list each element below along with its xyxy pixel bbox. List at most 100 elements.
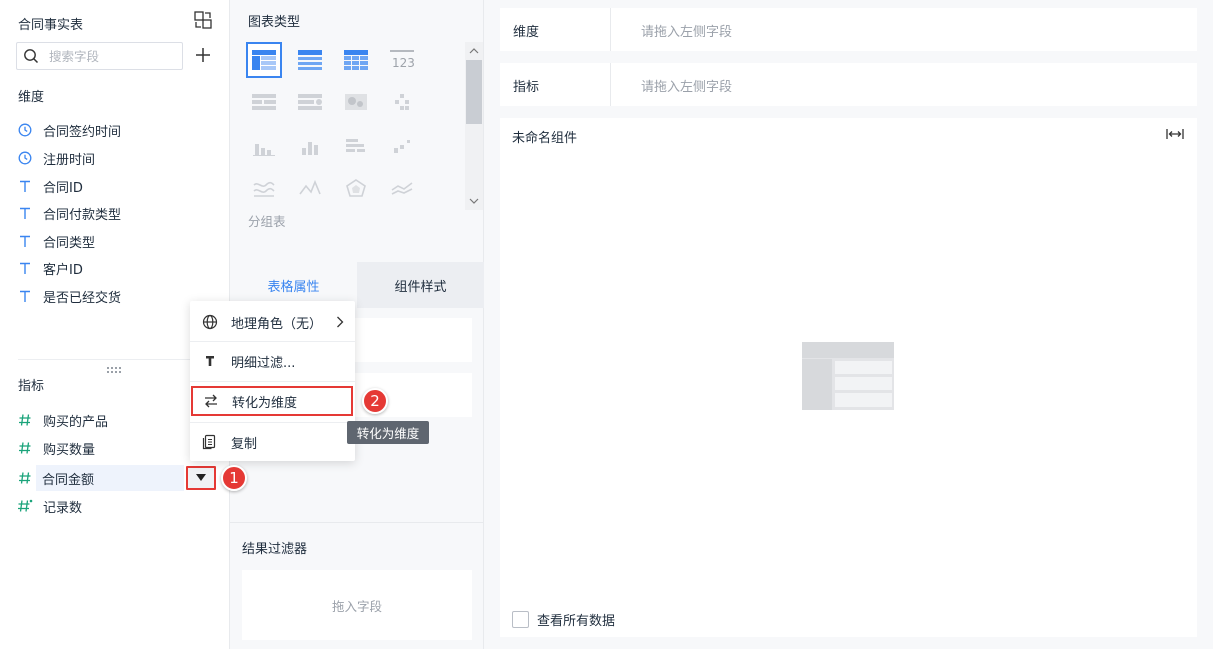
- field-item[interactable]: 合同签约时间: [16, 117, 216, 143]
- text-field-icon: [16, 177, 34, 195]
- chart-types-title: 图表类型: [248, 15, 301, 30]
- globe-icon: [202, 314, 218, 330]
- measure-shelf[interactable]: 指标 请拖入左侧字段: [500, 63, 1197, 106]
- field-label: 合同付款类型: [43, 207, 122, 223]
- menu-tooltip: 转化为维度: [347, 421, 429, 444]
- field-context-menu: 地理角色（无） 明细过滤... 转化为维度 复制: [190, 301, 355, 461]
- text-field-icon: [16, 232, 34, 250]
- group-table-icon[interactable]: [246, 42, 282, 78]
- field-item[interactable]: 注册时间: [16, 145, 216, 171]
- view-all-data[interactable]: 查看所有数据: [512, 610, 615, 629]
- text-field-icon: [16, 204, 34, 222]
- field-item[interactable]: 购买数量: [16, 435, 216, 461]
- result-filter-title: 结果过滤器: [242, 542, 308, 557]
- multi-line-icon[interactable]: [384, 170, 420, 206]
- number-field-icon: [16, 439, 34, 457]
- menu-item-convert-dimension[interactable]: 转化为维度: [191, 386, 353, 416]
- clock-icon: [16, 121, 34, 139]
- table-variant-icon[interactable]: [246, 84, 282, 120]
- dimension-shelf[interactable]: 维度 请拖入左侧字段: [500, 8, 1197, 51]
- clock-icon: [16, 149, 34, 167]
- search-input[interactable]: [49, 47, 177, 65]
- field-label: 注册时间: [43, 152, 96, 168]
- field-label: 合同类型: [43, 235, 96, 251]
- detail-table-icon[interactable]: [292, 42, 328, 78]
- step-badge-2: 2: [362, 388, 388, 414]
- menu-item-label: 转化为维度: [232, 395, 298, 411]
- caret-down-icon: [196, 474, 206, 481]
- scrollbar-thumb[interactable]: [466, 60, 482, 124]
- field-label: 客户ID: [43, 262, 83, 278]
- menu-divider: [190, 381, 355, 382]
- cross-table-icon[interactable]: [338, 42, 374, 78]
- field-search[interactable]: [16, 42, 183, 70]
- column-chart-icon[interactable]: [292, 128, 328, 164]
- chart-types-scrollbar[interactable]: [465, 42, 483, 210]
- number-field-icon: [16, 411, 34, 429]
- horizontal-bar-icon[interactable]: [338, 128, 374, 164]
- filter-icon: [202, 353, 218, 369]
- field-label: 合同ID: [43, 180, 83, 196]
- view-all-label: 查看所有数据: [537, 614, 616, 629]
- empty-table-placeholder-icon: [802, 342, 894, 414]
- field-item[interactable]: 是否已经交货: [16, 283, 216, 309]
- menu-item-geo-role[interactable]: 地理角色（无）: [190, 303, 355, 341]
- field-item[interactable]: 合同类型: [16, 228, 216, 254]
- shelf-divider: [610, 8, 611, 51]
- dimension-shelf-placeholder: 请拖入左侧字段: [641, 25, 733, 40]
- add-field-icon[interactable]: [193, 45, 213, 65]
- convert-icon: [203, 393, 219, 409]
- field-item-selected[interactable]: 合同金额: [19, 465, 184, 491]
- section-divider: [18, 359, 212, 360]
- chevron-right-icon: [336, 316, 344, 332]
- field-item[interactable]: 客户ID: [16, 255, 216, 281]
- field-label: 记录数: [43, 500, 83, 516]
- field-label: 合同金额: [42, 472, 95, 488]
- component-canvas: 未命名组件 查看所有数据: [500, 118, 1197, 637]
- scroll-down-icon[interactable]: [469, 194, 479, 209]
- text-field-icon: [16, 259, 34, 277]
- copy-icon: [202, 434, 218, 450]
- switch-dataset-icon[interactable]: [193, 10, 213, 30]
- menu-item-label: 明细过滤...: [231, 355, 296, 371]
- menu-item-label: 复制: [231, 436, 258, 452]
- resize-grip-icon[interactable]: [106, 362, 122, 373]
- menu-item-label: 地理角色（无）: [231, 316, 323, 332]
- area-chart-icon[interactable]: [246, 170, 282, 206]
- line-chart-icon[interactable]: [292, 170, 328, 206]
- bar-chart-icon[interactable]: [246, 128, 282, 164]
- tab-component-style[interactable]: 组件样式: [357, 262, 484, 308]
- field-label: 合同签约时间: [43, 124, 122, 140]
- field-item[interactable]: 合同ID: [16, 173, 216, 199]
- chart-type-name: 分组表: [248, 214, 286, 229]
- field-label: 购买的产品: [43, 414, 109, 430]
- expand-width-icon[interactable]: [1166, 127, 1184, 145]
- kpi-number-icon[interactable]: 123: [384, 42, 420, 78]
- dot-matrix-icon[interactable]: [384, 84, 420, 120]
- field-item[interactable]: 记录数: [16, 493, 216, 519]
- dimension-shelf-label: 维度: [513, 25, 540, 40]
- field-dropdown-button[interactable]: [186, 466, 216, 490]
- field-item[interactable]: 购买的产品: [16, 407, 216, 433]
- menu-item-detail-filter[interactable]: 明细过滤...: [190, 342, 355, 380]
- chart-type-grid: 123: [246, 42, 451, 212]
- result-filter-section: 结果过滤器 拖入字段: [230, 522, 484, 649]
- component-title[interactable]: 未命名组件: [512, 127, 577, 146]
- shelf-divider: [610, 63, 611, 106]
- progress-table-icon[interactable]: [292, 84, 328, 120]
- scroll-up-icon[interactable]: [469, 44, 479, 59]
- view-all-checkbox[interactable]: [512, 611, 529, 628]
- radar-chart-icon[interactable]: [338, 170, 374, 206]
- menu-item-copy[interactable]: 复制: [190, 423, 355, 461]
- dimension-header: 维度: [18, 90, 45, 105]
- measure-header: 指标: [18, 379, 45, 394]
- result-filter-dropzone[interactable]: 拖入字段: [242, 570, 472, 640]
- scatter-icon[interactable]: [384, 128, 420, 164]
- step-badge-1: 1: [221, 465, 247, 491]
- measure-shelf-label: 指标: [513, 80, 540, 95]
- measure-shelf-placeholder: 请拖入左侧字段: [641, 80, 733, 95]
- field-label: 购买数量: [43, 442, 96, 458]
- heatmap-icon[interactable]: [338, 84, 374, 120]
- field-item[interactable]: 合同付款类型: [16, 200, 216, 226]
- number-field-icon: [16, 469, 34, 487]
